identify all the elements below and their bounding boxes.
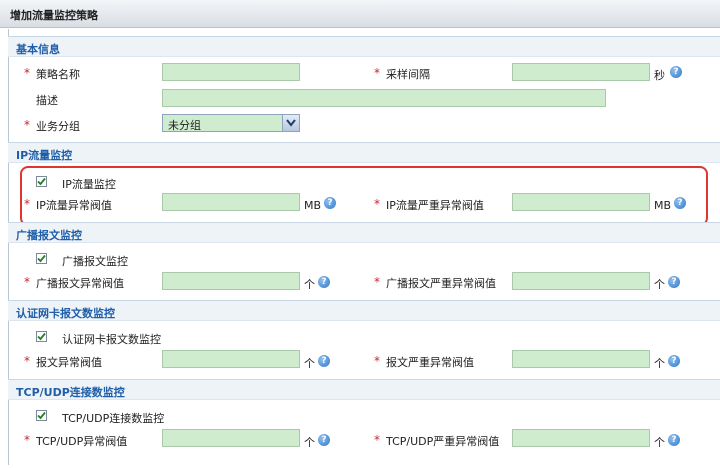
help-icon[interactable]: ? <box>668 355 680 367</box>
ip-traffic-checkbox[interactable] <box>36 176 47 187</box>
section-tcp-udp-title: TCP/UDP连接数监控 <box>16 386 125 399</box>
auth-abnormal-unit: 个 <box>304 357 315 370</box>
broadcast-severe-unit: 个 <box>654 278 665 291</box>
required-mark: * <box>374 66 380 80</box>
tcp-severe-label: TCP/UDP严重异常阀值 <box>386 435 500 448</box>
broadcast-abnormal-unit: 个 <box>304 278 315 291</box>
description-input[interactable] <box>162 89 606 107</box>
help-icon[interactable]: ? <box>668 434 680 446</box>
policy-name-input[interactable] <box>162 63 300 81</box>
broadcast-abnormal-input[interactable] <box>162 272 300 290</box>
section-broadcast: 广播报文监控 <box>8 222 720 243</box>
required-mark: * <box>24 433 30 447</box>
auth-severe-input[interactable] <box>512 350 650 368</box>
sample-interval-unit: 秒 <box>654 69 665 82</box>
help-icon[interactable]: ? <box>324 197 336 209</box>
policy-name-label: 策略名称 <box>36 68 80 81</box>
broadcast-checkbox-label: 广播报文监控 <box>62 255 128 268</box>
section-ip-traffic: IP流量监控 <box>8 142 720 163</box>
auth-abnormal-label: 报文异常阀值 <box>36 356 102 369</box>
window-titlebar: 增加流量监控策略 <box>0 0 720 28</box>
required-mark: * <box>24 275 30 289</box>
tcp-abnormal-label: TCP/UDP异常阀值 <box>36 435 128 448</box>
broadcast-severe-label: 广播报文严重异常阀值 <box>386 277 496 290</box>
required-mark: * <box>24 197 30 211</box>
ip-abnormal-input[interactable] <box>162 193 300 211</box>
auth-severe-label: 报文严重异常阀值 <box>386 356 474 369</box>
section-basic-info-title: 基本信息 <box>16 43 60 56</box>
required-mark: * <box>374 354 380 368</box>
sample-interval-label: 采样间隔 <box>386 68 430 81</box>
tcp-udp-checkbox[interactable] <box>36 410 47 421</box>
auth-severe-unit: 个 <box>654 357 665 370</box>
required-mark: * <box>374 197 380 211</box>
tcp-udp-checkbox-label: TCP/UDP连接数监控 <box>62 412 165 425</box>
broadcast-checkbox[interactable] <box>36 253 47 264</box>
ip-severe-unit: MB <box>654 199 672 212</box>
business-group-value: 未分组 <box>168 119 201 132</box>
tcp-severe-input[interactable] <box>512 429 650 447</box>
description-label: 描述 <box>36 94 58 107</box>
help-icon[interactable]: ? <box>318 276 330 288</box>
help-icon[interactable]: ? <box>318 434 330 446</box>
broadcast-severe-input[interactable] <box>512 272 650 290</box>
auth-nic-checkbox-label: 认证网卡报文数监控 <box>62 333 161 346</box>
sample-interval-input[interactable] <box>512 63 650 81</box>
help-icon[interactable]: ? <box>318 355 330 367</box>
ip-severe-label: IP流量严重异常阀值 <box>386 199 484 212</box>
required-mark: * <box>374 275 380 289</box>
section-tcp-udp: TCP/UDP连接数监控 <box>8 379 720 400</box>
required-mark: * <box>24 118 30 132</box>
chevron-down-icon[interactable] <box>282 115 299 131</box>
ip-abnormal-label: IP流量异常阀值 <box>36 199 112 212</box>
window-title: 增加流量监控策略 <box>10 9 98 22</box>
required-mark: * <box>24 354 30 368</box>
tcp-abnormal-unit: 个 <box>304 436 315 449</box>
section-auth-nic: 认证网卡报文数监控 <box>8 300 720 321</box>
tcp-abnormal-input[interactable] <box>162 429 300 447</box>
ip-abnormal-unit: MB <box>304 199 322 212</box>
auth-abnormal-input[interactable] <box>162 350 300 368</box>
business-group-label: 业务分组 <box>36 120 80 133</box>
section-ip-traffic-title: IP流量监控 <box>16 149 73 162</box>
help-icon[interactable]: ? <box>670 66 682 78</box>
section-auth-nic-title: 认证网卡报文数监控 <box>16 307 115 320</box>
broadcast-abnormal-label: 广播报文异常阀值 <box>36 277 124 290</box>
ip-severe-input[interactable] <box>512 193 650 211</box>
required-mark: * <box>24 66 30 80</box>
help-icon[interactable]: ? <box>668 276 680 288</box>
section-basic-info: 基本信息 <box>8 36 720 57</box>
tcp-severe-unit: 个 <box>654 436 665 449</box>
auth-nic-checkbox[interactable] <box>36 331 47 342</box>
required-mark: * <box>374 433 380 447</box>
help-icon[interactable]: ? <box>674 197 686 209</box>
business-group-select[interactable]: 未分组 <box>162 114 300 132</box>
section-broadcast-title: 广播报文监控 <box>16 229 82 242</box>
ip-traffic-checkbox-label: IP流量监控 <box>62 178 116 191</box>
